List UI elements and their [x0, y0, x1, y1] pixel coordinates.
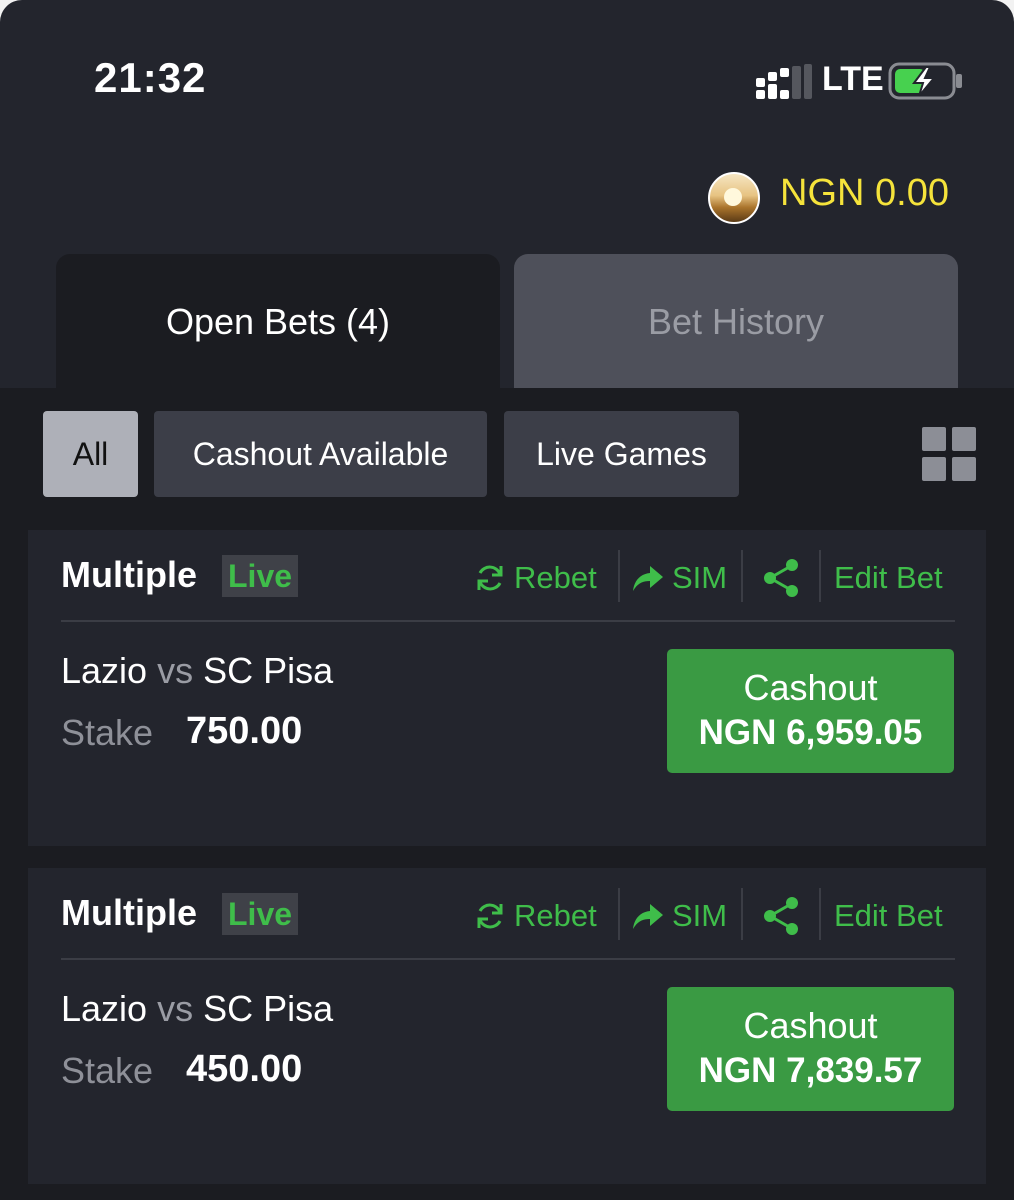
cashout-label: Cashout [743, 1005, 878, 1046]
balance-amount[interactable]: NGN 0.00 [780, 172, 949, 215]
sim-button[interactable]: SIM [632, 892, 727, 940]
rebet-button[interactable]: Rebet [474, 554, 597, 602]
rebet-label: Rebet [514, 560, 597, 595]
away-team: SC Pisa [203, 988, 334, 1029]
filter-live-games[interactable]: Live Games [504, 411, 739, 497]
away-team: SC Pisa [203, 650, 334, 691]
divider [819, 550, 821, 602]
bet-card[interactable]: Multiple Live Rebet SIM Edit Bet Lazio v… [28, 868, 986, 1184]
share-icon [764, 559, 798, 597]
tab-open-bets[interactable]: Open Bets (4) [56, 254, 500, 390]
app-screen: 21:32 LTE NGN 0.00 Open Bets (4) Bet His… [0, 0, 1014, 1200]
home-team: Lazio [61, 988, 148, 1029]
forward-arrow-icon [633, 566, 663, 591]
live-badge: Live [222, 893, 299, 935]
home-team: Lazio [61, 650, 148, 691]
share-icon [764, 897, 798, 935]
edit-bet-button[interactable]: Edit Bet [834, 554, 943, 602]
divider [618, 550, 620, 602]
sim-label: SIM [672, 898, 728, 933]
card-divider [61, 620, 955, 622]
avatar[interactable] [708, 172, 760, 224]
share-button[interactable] [762, 554, 800, 602]
forward-arrow-icon [633, 904, 663, 929]
divider [741, 550, 743, 602]
bet-type: Multiple [61, 554, 197, 595]
sim-label: SIM [672, 560, 728, 595]
rebet-button[interactable]: Rebet [474, 892, 597, 940]
bet-type: Multiple [61, 892, 197, 933]
signal-icon [756, 64, 812, 99]
refresh-icon [477, 565, 503, 591]
stake-label: Stake [61, 1050, 154, 1091]
live-badge: Live [222, 555, 299, 597]
filter-all[interactable]: All [43, 411, 138, 497]
stake-value: 750.00 [186, 710, 303, 752]
cashout-button[interactable]: Cashout NGN 7,839.57 [667, 987, 954, 1111]
grid-view-icon[interactable] [922, 427, 976, 481]
network-label: LTE [822, 60, 884, 98]
stake-label: Stake [61, 712, 154, 753]
rebet-label: Rebet [514, 898, 597, 933]
battery-charging-icon [888, 62, 962, 100]
bet-card[interactable]: Multiple Live Rebet SIM Edit Bet Lazio v… [28, 530, 986, 846]
edit-bet-button[interactable]: Edit Bet [834, 892, 943, 940]
match-name: Lazio vs SC Pisa [61, 988, 333, 1030]
filter-cashout-available[interactable]: Cashout Available [154, 411, 487, 497]
tab-bet-history[interactable]: Bet History [514, 254, 958, 390]
divider [618, 888, 620, 940]
cashout-value: NGN 6,959.05 [698, 713, 923, 752]
cashout-value: NGN 7,839.57 [698, 1051, 923, 1090]
vs-label: vs [157, 988, 194, 1029]
card-divider [61, 958, 955, 960]
divider [741, 888, 743, 940]
match-name: Lazio vs SC Pisa [61, 650, 333, 692]
refresh-icon [477, 903, 503, 929]
vs-label: vs [157, 650, 194, 691]
divider [819, 888, 821, 940]
share-button[interactable] [762, 892, 800, 940]
cashout-button[interactable]: Cashout NGN 6,959.05 [667, 649, 954, 773]
cashout-label: Cashout [743, 667, 878, 708]
stake-value: 450.00 [186, 1048, 303, 1090]
sim-button[interactable]: SIM [632, 554, 727, 602]
status-time: 21:32 [94, 54, 207, 101]
